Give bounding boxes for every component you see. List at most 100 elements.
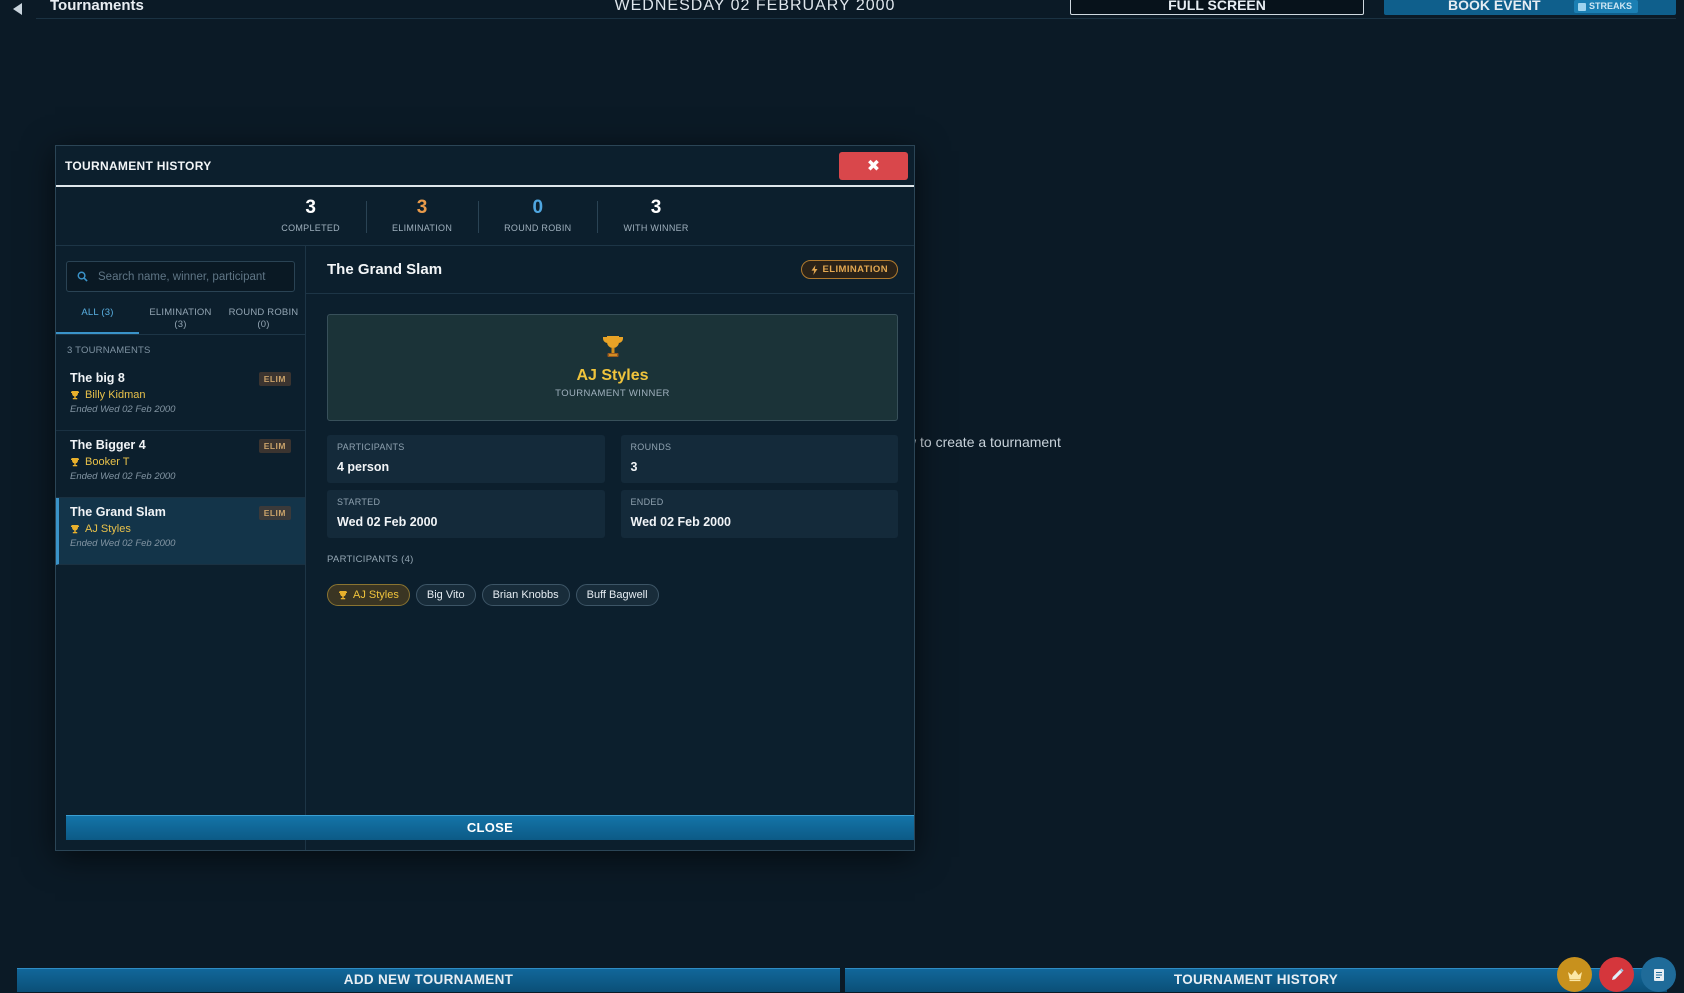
trophy-icon [70,390,80,400]
tournament-winner: Booker T [70,456,291,468]
tournament-winner: Billy Kidman [70,389,291,401]
tournament-history-button[interactable]: TOURNAMENT HISTORY [845,968,1667,992]
top-bar: Tournaments WEDNESDAY 02 FEBRUARY 2000 F… [0,0,1684,20]
info-rounds: ROUNDS 3 [620,435,898,483]
participant-chip: Big Vito [415,584,476,606]
type-badge: ELIM [258,372,291,386]
info-grid: PARTICIPANTS 4 person ROUNDS 3 STARTED W… [327,435,898,538]
tab-count: (0) [257,319,270,330]
search-icon [77,271,88,282]
tournament-name: The big 8 [70,371,125,385]
list-item[interactable]: The Bigger 4 Booker T Ended Wed 02 Feb 2… [56,431,305,498]
info-value: Wed 02 Feb 2000 [337,515,438,529]
tab-label: ROUND ROBIN [228,307,299,318]
info-label: ROUNDS [630,442,672,452]
modal-close-button[interactable]: ✖ [839,152,908,180]
tab-round-robin[interactable]: ROUND ROBIN (0) [222,300,305,334]
close-icon: ✖ [866,158,881,175]
tab-all[interactable]: ALL (3) [56,300,139,334]
back-button[interactable] [6,0,30,18]
trophy-icon [328,334,897,365]
lightning-icon [811,264,818,275]
stat-value: 3 [650,197,662,218]
crown-icon [1567,969,1582,981]
edit-button[interactable] [1599,957,1634,992]
participant-name: Buff Bagwell [586,589,648,601]
participant-name: Big Vito [426,589,465,601]
tournament-name: The Bigger 4 [70,438,146,452]
info-participants: PARTICIPANTS 4 person [327,435,605,483]
info-label: PARTICIPANTS [337,442,405,452]
stat-label: WITH WINNER [623,223,689,233]
info-value: 4 person [337,460,390,474]
type-label: ELIMINATION [822,264,888,275]
streaks-label: STREAKS [1589,1,1633,11]
participant-chip: Brian Knobbs [481,584,570,606]
tournament-ended: Ended Wed 02 Feb 2000 [70,538,176,549]
trophy-icon [338,590,348,600]
tournament-detail-panel: The Grand Slam ELIMINATION AJ Styles TOU… [306,246,914,850]
info-value: Wed 02 Feb 2000 [630,515,732,529]
type-pill: ELIMINATION [800,260,898,279]
type-badge: ELIM [258,506,291,520]
participant-chip: Buff Bagwell [575,584,659,606]
pencil-icon [1611,967,1624,980]
winner-label: TOURNAMENT WINNER [555,388,670,399]
filter-tabs: ALL (3) ELIMINATION (3) ROUND ROBIN (0) [56,300,305,335]
stat-label: COMPLETED [281,223,340,233]
stat-value: 3 [416,197,428,218]
modal-header: TOURNAMENT HISTORY ✖ [56,146,914,187]
winner-card: AJ Styles TOURNAMENT WINNER [327,314,898,421]
list-item[interactable]: The big 8 Billy Kidman Ended Wed 02 Feb … [56,364,305,431]
search-input[interactable] [98,270,278,283]
stat-label: ELIMINATION [391,223,453,233]
participant-name: AJ Styles [353,589,399,601]
stat-completed: 3 COMPLETED [255,187,366,245]
search-box [66,261,295,292]
type-badge: ELIM [258,439,291,453]
modal-title: TOURNAMENT HISTORY [65,158,212,173]
stat-round-robin: 0 ROUND ROBIN [478,187,597,245]
tournament-list-panel: ALL (3) ELIMINATION (3) ROUND ROBIN (0) … [56,246,306,850]
tournament-history-modal: TOURNAMENT HISTORY ✖ 3 COMPLETED 3 ELIMI… [55,145,915,851]
stat-elimination: 3 ELIMINATION [365,187,478,245]
notes-button[interactable] [1641,957,1676,992]
participant-chip-winner: AJ Styles [327,584,410,606]
info-started: STARTED Wed 02 Feb 2000 [327,490,605,538]
winner-name: AJ Styles [85,523,131,535]
modal-body: ALL (3) ELIMINATION (3) ROUND ROBIN (0) … [56,246,914,850]
tab-label: ELIMINATION [149,307,212,318]
back-arrow-icon [13,3,22,15]
info-label: STARTED [337,497,381,507]
stat-with-winner: 3 WITH WINNER [597,187,714,245]
winner-name: Booker T [85,456,130,468]
background-hint: w to create a tournament [906,434,1061,450]
tab-elimination[interactable]: ELIMINATION (3) [139,300,222,334]
tab-count: (3) [174,319,187,330]
streaks-button[interactable]: STREAKS [1574,0,1639,13]
notes-icon [1653,968,1664,981]
info-value: 3 [630,460,638,474]
stat-label: ROUND ROBIN [504,223,572,233]
tournament-ended: Ended Wed 02 Feb 2000 [70,471,176,482]
list-count: 3 TOURNAMENTS [67,345,151,356]
trophy-icon [70,457,80,467]
crown-button[interactable] [1557,957,1592,992]
detail-header: The Grand Slam ELIMINATION [306,246,914,294]
participants-title: PARTICIPANTS (4) [327,554,414,565]
streaks-icon [1578,2,1586,11]
info-ended: ENDED Wed 02 Feb 2000 [620,490,898,538]
add-new-tournament-button[interactable]: ADD NEW TOURNAMENT [17,968,840,992]
winner-name: AJ Styles [576,367,649,384]
stat-value: 0 [532,197,544,218]
winner-name: Billy Kidman [85,389,146,401]
list-item-selected[interactable]: The Grand Slam AJ Styles Ended Wed 02 Fe… [56,498,305,565]
full-screen-button[interactable]: FULL SCREEN [1070,0,1364,15]
stat-value: 3 [305,197,316,218]
tournament-ended: Ended Wed 02 Feb 2000 [70,404,176,415]
info-label: ENDED [630,497,664,507]
current-date: WEDNESDAY 02 FEBRUARY 2000 [614,0,896,14]
tournament-winner: AJ Styles [70,523,291,535]
close-button[interactable]: CLOSE [66,815,914,840]
stats-bar: 3 COMPLETED 3 ELIMINATION 0 ROUND ROBIN … [56,187,914,246]
